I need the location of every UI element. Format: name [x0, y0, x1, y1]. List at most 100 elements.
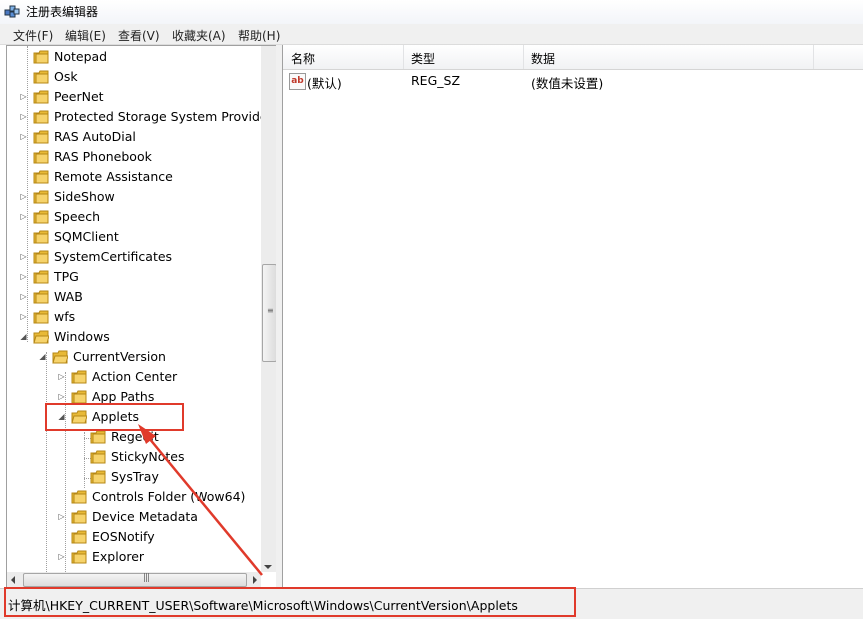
- expand-arrow-icon[interactable]: ▷: [19, 112, 28, 121]
- expand-arrow-icon[interactable]: ▷: [57, 372, 66, 381]
- window-title: 注册表编辑器: [26, 5, 99, 19]
- expand-arrow-icon[interactable]: ▷: [19, 192, 28, 201]
- tree-guide-line: [84, 432, 85, 488]
- folder-open-icon: [52, 350, 68, 364]
- folder-icon: [33, 110, 49, 124]
- menu-bar: 文件(F) 编辑(E) 查看(V) 收藏夹(A) 帮助(H): [0, 24, 863, 45]
- value-data: (数值未设置): [531, 76, 604, 91]
- tree-item-label: App Paths: [92, 389, 155, 404]
- scroll-right-arrow-icon[interactable]: [253, 576, 257, 584]
- folder-icon: [33, 190, 49, 204]
- tree-item-label: CurrentVersion: [73, 349, 166, 364]
- scrollbar-thumb[interactable]: ≡: [262, 264, 277, 362]
- folder-icon: [90, 430, 106, 444]
- grip-icon: ≡: [267, 306, 274, 315]
- expand-arrow-icon[interactable]: ▷: [19, 92, 28, 101]
- tree-item-label: SysTray: [111, 469, 159, 484]
- values-list[interactable]: 名称 类型 数据 ab (默认) REG_SZ (数值未设置): [282, 45, 863, 587]
- folder-open-icon: [33, 330, 49, 344]
- tree-item-label: SQMClient: [54, 229, 119, 244]
- grip-icon: |||: [143, 573, 150, 583]
- tree-item-label: SystemCertificates: [54, 249, 173, 264]
- folder-icon: [71, 510, 87, 524]
- tree-item-label: RAS Phonebook: [54, 149, 152, 164]
- folder-icon: [90, 450, 106, 464]
- scroll-down-arrow-icon[interactable]: [264, 565, 272, 569]
- annotation-box-path: [4, 587, 576, 617]
- column-header-type[interactable]: 类型: [403, 45, 524, 69]
- scrollbar-thumb[interactable]: [23, 573, 247, 587]
- expand-arrow-icon[interactable]: ▷: [19, 252, 28, 261]
- folder-icon: [71, 490, 87, 504]
- tree-item-label: wfs: [54, 309, 76, 324]
- value-type: REG_SZ: [411, 73, 461, 88]
- folder-icon: [33, 210, 49, 224]
- menu-view[interactable]: 查看(V): [115, 26, 163, 45]
- folder-icon: [33, 170, 49, 184]
- registry-editor-icon: [4, 5, 20, 18]
- expand-arrow-icon[interactable]: ▷: [19, 212, 28, 221]
- column-header-data[interactable]: 数据: [523, 45, 814, 69]
- folder-icon: [33, 270, 49, 284]
- tree-item-label: Explorer: [92, 549, 145, 564]
- folder-icon: [33, 310, 49, 324]
- folder-icon: [33, 70, 49, 84]
- tree-item-label: PeerNet: [54, 89, 104, 104]
- tree-item-label: Action Center: [92, 369, 178, 384]
- folder-icon: [33, 250, 49, 264]
- annotation-box-applets: [45, 403, 184, 431]
- folder-icon: [71, 390, 87, 404]
- tree-horizontal-scrollbar[interactable]: |||: [7, 572, 261, 588]
- registry-tree[interactable]: Notepad Osk ▷ PeerNet ▷ Protected Storag…: [6, 45, 278, 589]
- tree-item-label: Regedit: [111, 429, 159, 444]
- folder-icon: [33, 230, 49, 244]
- tree-item-label: Notepad: [54, 49, 108, 64]
- tree-item-label: Speech: [54, 209, 101, 224]
- expand-arrow-icon[interactable]: ▷: [57, 552, 66, 561]
- tree-item-label: WAB: [54, 289, 83, 304]
- folder-icon: [90, 470, 106, 484]
- tree-item-label: SideShow: [54, 189, 115, 204]
- expand-arrow-icon[interactable]: ▷: [19, 272, 28, 281]
- tree-item-label: Remote Assistance: [54, 169, 173, 184]
- expand-arrow-icon[interactable]: ▷: [19, 132, 28, 141]
- menu-help[interactable]: 帮助(H): [235, 26, 283, 45]
- tree-guide-line: [46, 352, 47, 572]
- expand-arrow-icon[interactable]: ▷: [57, 512, 66, 521]
- value-name: (默认): [307, 76, 342, 91]
- tree-item-label: RAS AutoDial: [54, 129, 136, 144]
- menu-file[interactable]: 文件(F): [10, 26, 56, 45]
- tree-guide-line: [65, 372, 66, 572]
- folder-icon: [33, 290, 49, 304]
- tree-item-label: Osk: [54, 69, 78, 84]
- tree-item-label: Windows: [54, 329, 110, 344]
- folder-icon: [71, 530, 87, 544]
- tree-item-label: TPG: [54, 269, 79, 284]
- expand-arrow-icon[interactable]: ▷: [19, 312, 28, 321]
- expand-arrow-icon[interactable]: ▷: [57, 392, 66, 401]
- string-value-icon: ab: [289, 73, 306, 90]
- tree-item-label: StickyNotes: [111, 449, 185, 464]
- tree-item-label: Controls Folder (Wow64): [92, 489, 246, 504]
- collapse-arrow-icon[interactable]: ◢: [19, 332, 28, 341]
- list-item[interactable]: ab (默认) REG_SZ (数值未设置): [283, 71, 863, 91]
- expand-arrow-icon[interactable]: ▷: [19, 292, 28, 301]
- list-header: 名称 类型 数据: [283, 45, 863, 70]
- title-bar: 注册表编辑器: [0, 0, 863, 24]
- folder-icon: [71, 370, 87, 384]
- menu-favorites[interactable]: 收藏夹(A): [169, 26, 229, 45]
- scroll-left-arrow-icon[interactable]: [11, 576, 15, 584]
- tree-item-label: EOSNotify: [92, 529, 155, 544]
- folder-icon: [33, 90, 49, 104]
- column-header-name[interactable]: 名称: [283, 45, 404, 69]
- folder-icon: [33, 130, 49, 144]
- folder-icon: [33, 50, 49, 64]
- tree-item-label: Device Metadata: [92, 509, 198, 524]
- collapse-arrow-icon[interactable]: ◢: [38, 352, 47, 361]
- menu-edit[interactable]: 编辑(E): [62, 26, 109, 45]
- folder-icon: [71, 550, 87, 564]
- tree-rows: Notepad Osk ▷ PeerNet ▷ Protected Storag…: [7, 46, 261, 572]
- folder-icon: [33, 150, 49, 164]
- tree-item-label: Protected Storage System Provider: [54, 109, 261, 124]
- tree-vertical-scrollbar[interactable]: ≡: [261, 46, 277, 572]
